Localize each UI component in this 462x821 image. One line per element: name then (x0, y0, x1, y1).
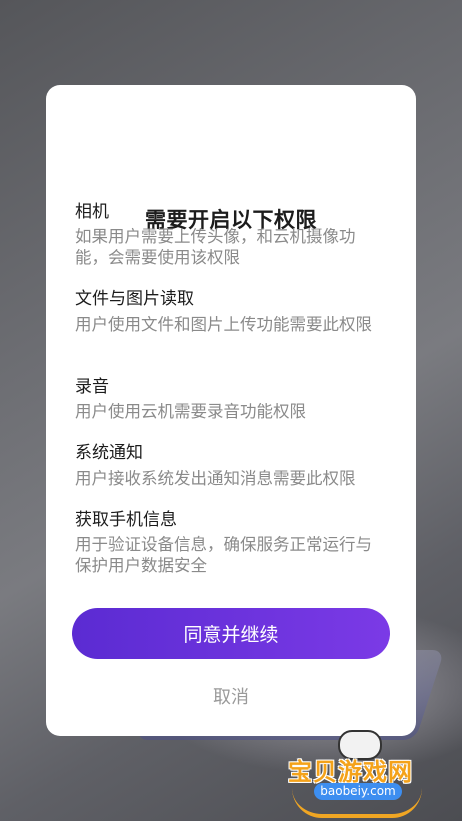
permission-audio-title: 录音 (75, 377, 109, 397)
permission-dialog: 需要开启以下权限 相机 如果用户需要上传头像，和云机摄像功能，会需要使用该权限 … (46, 85, 416, 736)
watermark-domain: baobeiy.com (314, 783, 402, 800)
permission-notify-desc: 用户接收系统发出通知消息需要此权限 (75, 469, 356, 488)
permission-files-desc: 用户使用文件和图片上传功能需要此权限 (75, 315, 372, 334)
watermark-text: 宝贝游戏网 (288, 758, 413, 786)
permission-notify-title: 系统通知 (75, 443, 143, 463)
permission-device-title: 获取手机信息 (75, 510, 177, 530)
permission-device-desc: 用于验证设备信息，确保服务正常运行与保护用户数据安全 (75, 535, 372, 575)
permission-files-title: 文件与图片读取 (75, 289, 194, 309)
permission-camera-title: 相机 (75, 202, 109, 222)
cancel-button[interactable]: 取消 (46, 683, 416, 709)
permission-audio-desc: 用户使用云机需要录音功能权限 (75, 402, 306, 421)
permission-camera-desc: 如果用户需要上传头像，和云机摄像功能，会需要使用该权限 (75, 227, 356, 267)
watermark-logo: 宝贝游戏网 baobeiy.com (286, 728, 430, 818)
agree-continue-button[interactable]: 同意并继续 (72, 608, 390, 659)
